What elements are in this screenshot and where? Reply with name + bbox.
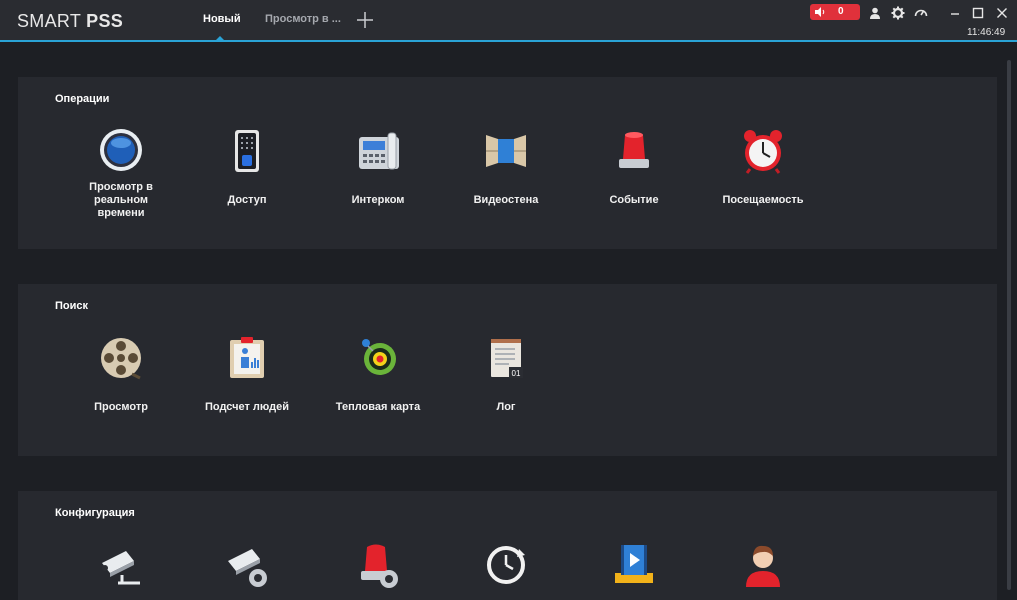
tile-label: Лог: [496, 401, 516, 413]
tile-user-manager[interactable]: [698, 541, 828, 591]
device-config-icon: [228, 549, 267, 587]
user-account-icon[interactable]: [868, 6, 882, 20]
device-camera-icon: [102, 551, 140, 585]
people-counting-icon: [230, 337, 264, 378]
intercom-icon: [359, 132, 399, 170]
alarm-counter-button[interactable]: 0: [810, 4, 860, 20]
playback-reel-icon: [101, 338, 141, 380]
tile-label: Подсчет людей: [204, 401, 290, 413]
event-alarm-icon: [619, 132, 649, 168]
tile-attendance[interactable]: Посещаемость: [698, 127, 828, 207]
active-tab-indicator: [216, 36, 224, 40]
svg-text:01: 01: [512, 369, 521, 378]
access-control-icon: [235, 130, 259, 172]
user-icon: [746, 545, 780, 587]
tab-live-view[interactable]: Просмотр в ...: [265, 13, 341, 25]
section-title-operations: Операции: [55, 93, 110, 105]
tile-label: Видеостена: [473, 194, 539, 206]
tile-label: Событие: [609, 194, 659, 206]
scrollbar-thumb[interactable]: [1007, 60, 1011, 590]
tile-heat-map[interactable]: Тепловая карта: [313, 334, 443, 414]
heat-map-icon: [362, 339, 396, 375]
performance-gauge-icon[interactable]: [914, 6, 928, 20]
tile-people-counting[interactable]: Подсчет людей: [182, 334, 312, 414]
tile-playback[interactable]: Просмотр: [56, 334, 186, 414]
video-wall-icon: [486, 135, 526, 167]
tile-intercom[interactable]: Интерком: [313, 127, 443, 207]
tile-live-view[interactable]: Просмотр в реальном времени: [56, 127, 186, 220]
section-title-configuration: Конфигурация: [55, 507, 135, 519]
alarm-count: 0: [838, 6, 844, 17]
configuration-panel: Конфигурация: [18, 491, 997, 600]
alarm-clock-icon: [744, 130, 782, 174]
log-icon: 01: [491, 339, 523, 378]
gear-icon[interactable]: [891, 6, 905, 20]
tile-video-storage[interactable]: [569, 541, 699, 591]
tile-label: Просмотр: [94, 401, 148, 413]
operations-panel: Операции Просмотр в реальном времени Дос…: [18, 77, 997, 249]
tile-device-config[interactable]: [182, 541, 312, 591]
tile-event-config[interactable]: [313, 541, 443, 591]
minimize-icon[interactable]: [948, 6, 962, 20]
title-bar: SMART PSS Новый Просмотр в ... 0 11:46:4…: [0, 0, 1017, 42]
tile-label: Тепловая карта: [335, 401, 421, 413]
tile-time-sync[interactable]: [441, 541, 571, 591]
live-view-icon: [100, 129, 142, 171]
app-logo: SMART PSS: [17, 11, 124, 31]
tile-event[interactable]: Событие: [569, 127, 699, 207]
tab-new[interactable]: Новый: [203, 13, 241, 25]
video-storage-icon: [615, 545, 653, 583]
sync-clock-icon: [487, 546, 525, 584]
tile-video-wall[interactable]: Видеостена: [441, 127, 571, 207]
tile-access[interactable]: Доступ: [182, 127, 312, 207]
tile-label: Просмотр в реальном времени: [89, 181, 153, 219]
add-tab-icon[interactable]: [356, 11, 374, 29]
section-title-search: Поиск: [55, 300, 89, 312]
tile-label: Посещаемость: [722, 194, 804, 206]
event-config-icon: [361, 544, 398, 588]
system-clock: 11:46:49: [967, 27, 1006, 38]
tile-device-manager[interactable]: [56, 541, 186, 591]
speaker-icon: [815, 7, 825, 17]
close-icon[interactable]: [995, 6, 1009, 20]
search-panel: Поиск Просмотр Подсчет людей Тепловая ка…: [18, 284, 997, 456]
maximize-icon[interactable]: [971, 6, 985, 20]
tile-label: Интерком: [351, 194, 405, 206]
tile-log[interactable]: 01 Лог: [441, 334, 571, 414]
tile-label: Доступ: [227, 194, 267, 206]
